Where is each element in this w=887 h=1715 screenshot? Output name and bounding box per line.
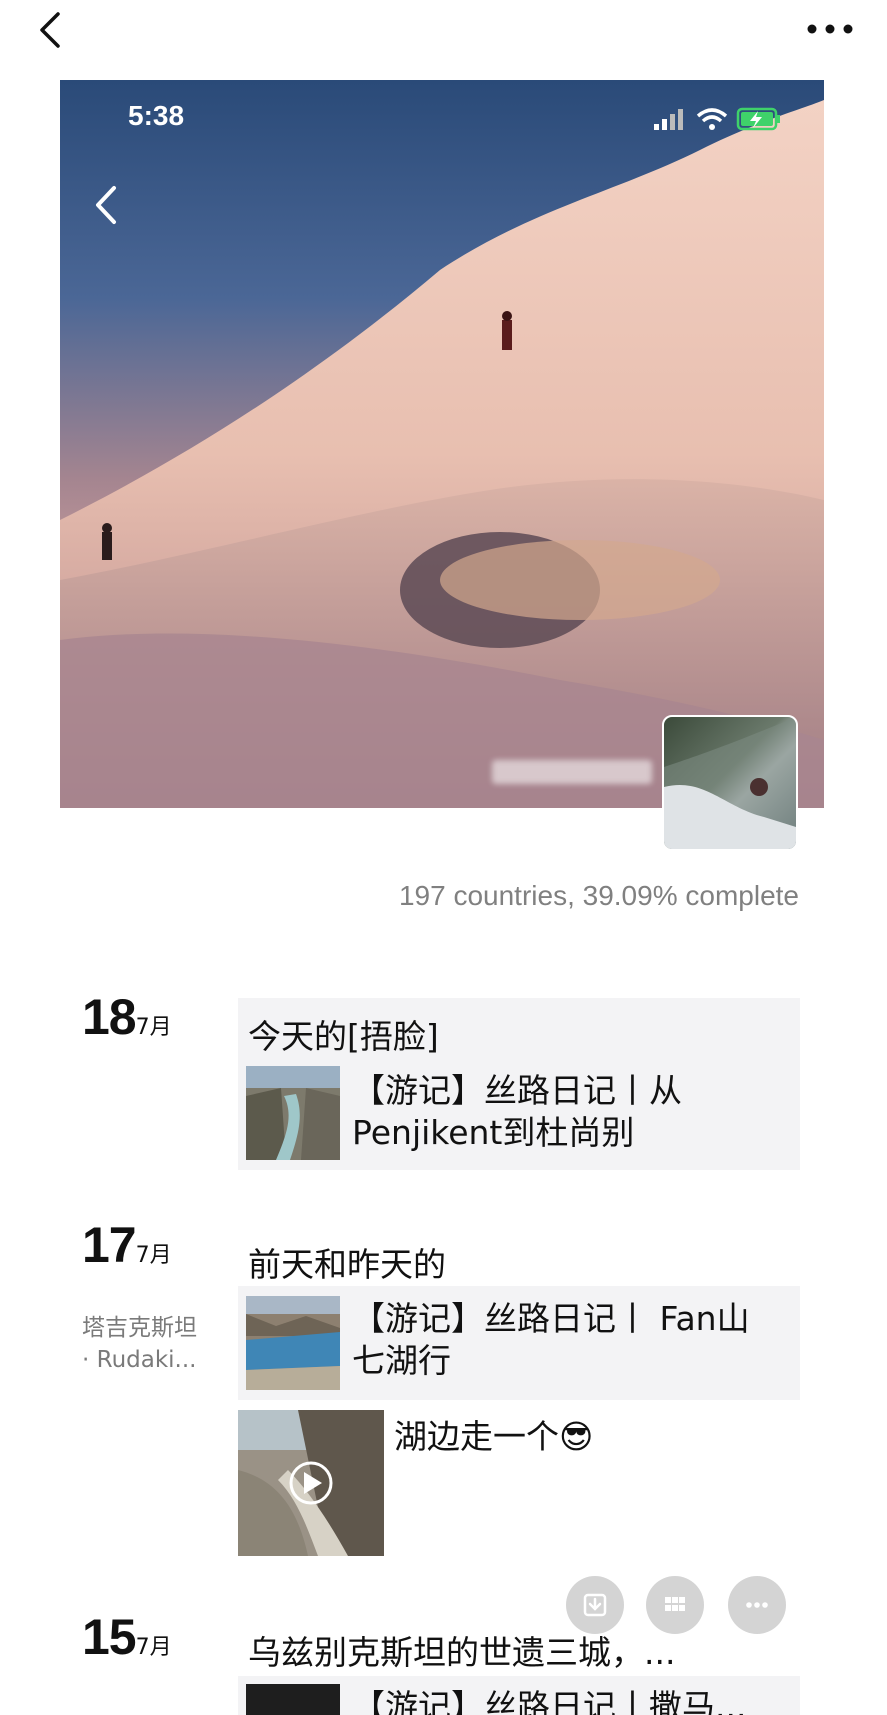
post-date: 157月 bbox=[82, 1608, 172, 1666]
link-card[interactable]: 【游记】丝路日记丨撒马... bbox=[238, 1676, 800, 1715]
post-text[interactable]: 今天的[捂脸] bbox=[248, 1010, 439, 1058]
more-options-button[interactable] bbox=[728, 1576, 786, 1634]
ellipsis-icon bbox=[746, 1602, 768, 1608]
post-location-line1[interactable]: 塔吉克斯坦 bbox=[82, 1312, 197, 1344]
date-day: 17 bbox=[82, 1217, 137, 1273]
date-day: 18 bbox=[82, 989, 137, 1045]
video-thumbnail[interactable] bbox=[238, 1410, 384, 1556]
avatar-image bbox=[664, 717, 796, 849]
cover-photo[interactable]: 5:38 bbox=[60, 80, 824, 808]
more-button[interactable] bbox=[800, 12, 860, 46]
post-text[interactable]: 乌兹别克斯坦的世遗三城，... bbox=[248, 1626, 675, 1674]
post-date: 177月 bbox=[82, 1216, 172, 1274]
blurred-name bbox=[492, 760, 652, 784]
link-card[interactable]: 【游记】丝路日记丨 Fan山 七湖行 bbox=[238, 1286, 800, 1400]
link-title-line2: Penjikent到杜尚别 bbox=[352, 1113, 635, 1152]
link-thumbnail bbox=[246, 1066, 340, 1160]
link-thumbnail bbox=[246, 1684, 340, 1715]
link-title-line1: 【游记】丝路日记丨从 bbox=[352, 1071, 682, 1110]
mountain-path-image bbox=[238, 1410, 384, 1556]
post-text[interactable]: 前天和昨天的 bbox=[248, 1238, 446, 1286]
avatar[interactable] bbox=[662, 715, 798, 851]
river-canyon-image bbox=[246, 1066, 340, 1160]
status-time: 5:38 bbox=[128, 100, 185, 131]
link-title-line1: 【游记】丝路日记丨撒马... bbox=[352, 1687, 747, 1715]
grid-icon bbox=[665, 1597, 685, 1611]
link-card[interactable]: 【游记】丝路日记丨从 Penjikent到杜尚别 bbox=[238, 1058, 800, 1170]
link-thumbnail bbox=[246, 1296, 340, 1390]
date-day: 15 bbox=[82, 1609, 137, 1665]
progress-text: 197 countries, 39.09% complete bbox=[398, 880, 799, 911]
date-month: 7月 bbox=[135, 1243, 172, 1268]
cell-signal-icon bbox=[654, 109, 683, 130]
battery-charging-icon bbox=[736, 107, 780, 131]
link-title-line1: 【游记】丝路日记丨 Fan山 bbox=[352, 1299, 750, 1338]
post-date: 187月 bbox=[82, 988, 172, 1046]
back-button[interactable] bbox=[30, 8, 70, 52]
post-location-line2[interactable]: · Rudaki... bbox=[82, 1344, 196, 1376]
save-button[interactable] bbox=[566, 1576, 624, 1634]
date-month: 7月 bbox=[135, 1635, 172, 1660]
chevron-left-icon bbox=[96, 186, 116, 224]
video-caption[interactable]: 湖边走一个😎 bbox=[394, 1410, 593, 1458]
status-icons bbox=[650, 104, 800, 134]
date-month: 7月 bbox=[135, 1015, 172, 1040]
wifi-icon bbox=[696, 108, 728, 130]
mountain-scene-image bbox=[60, 100, 824, 808]
grid-button[interactable] bbox=[646, 1576, 704, 1634]
lake-image bbox=[246, 1296, 340, 1390]
top-bar bbox=[0, 0, 887, 70]
chevron-left-icon bbox=[40, 12, 60, 48]
more-dots-icon bbox=[807, 24, 853, 34]
save-icon bbox=[583, 1593, 607, 1617]
link-title-line2: 七湖行 bbox=[352, 1341, 451, 1380]
cover-back-button[interactable] bbox=[86, 180, 126, 230]
